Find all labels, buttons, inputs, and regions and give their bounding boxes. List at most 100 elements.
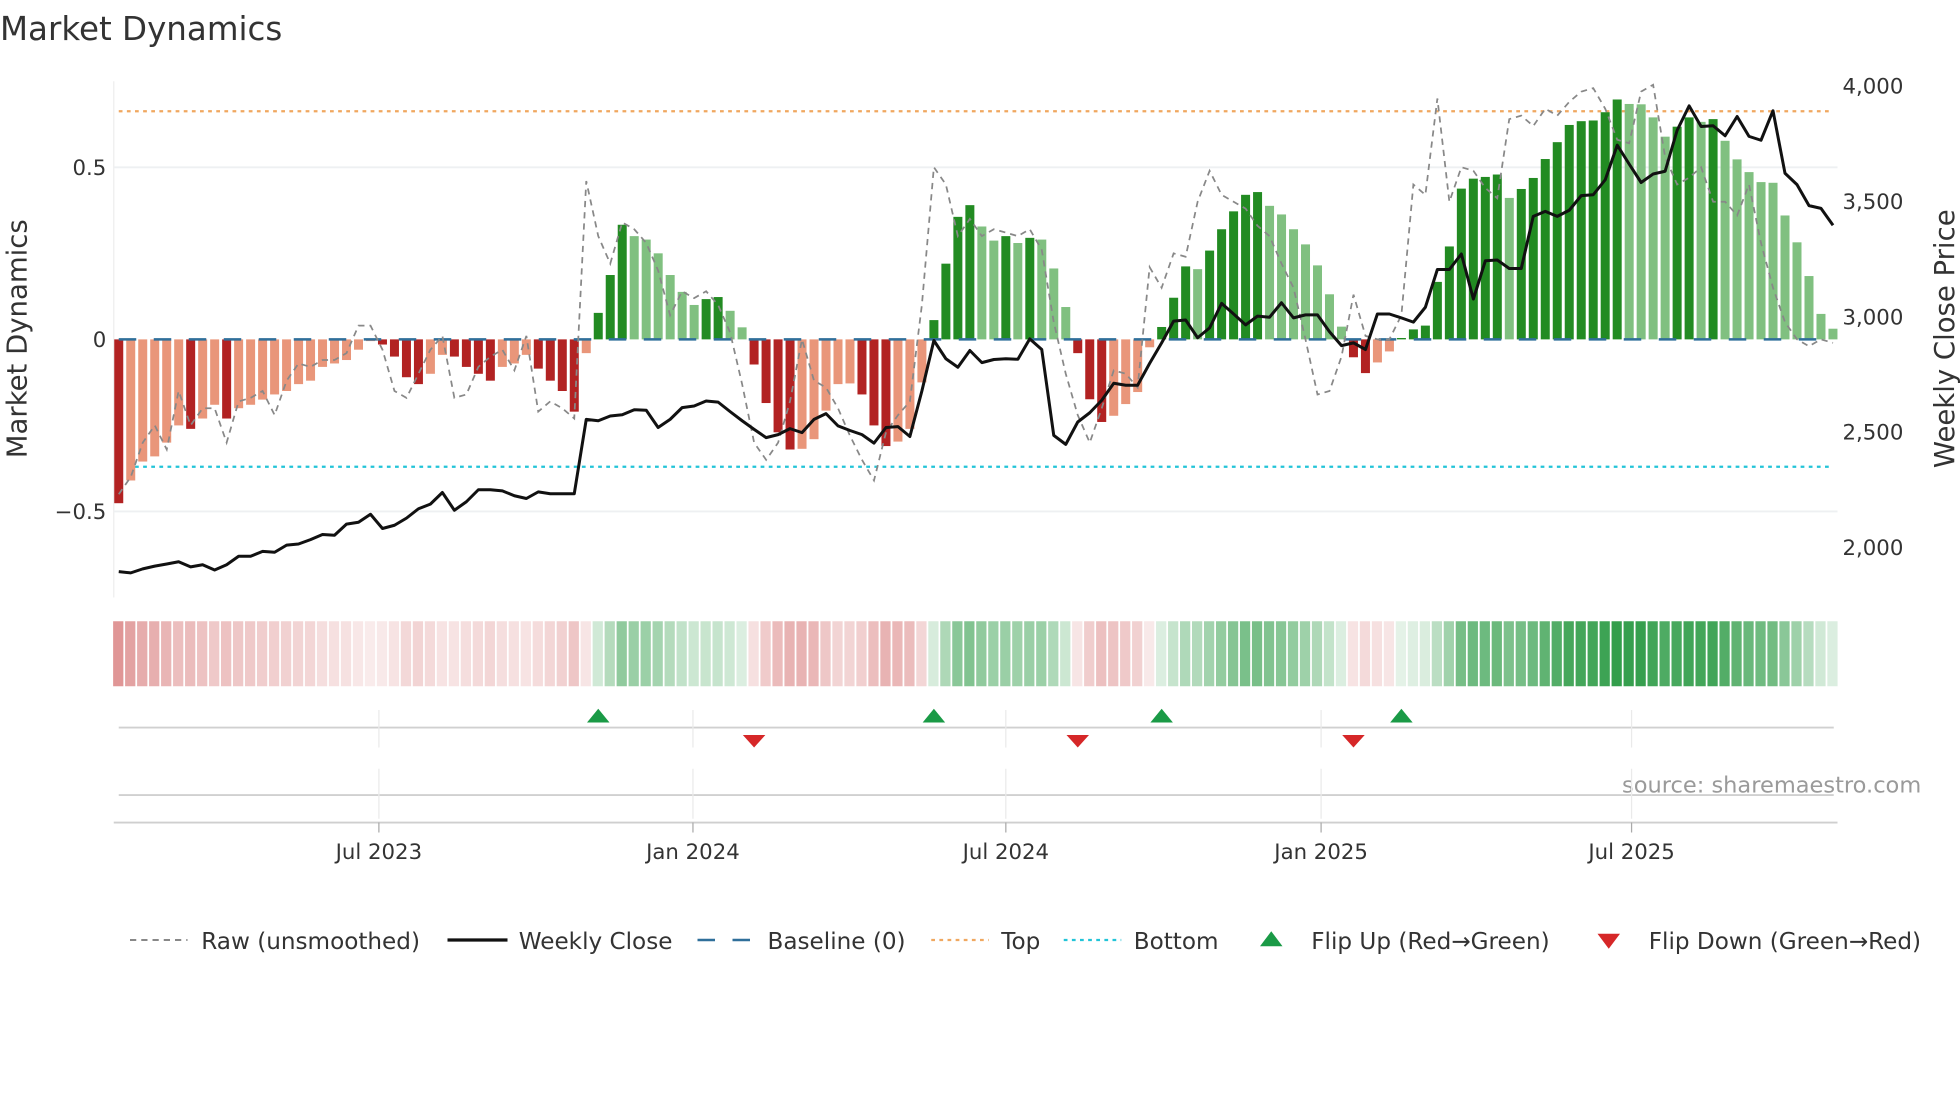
ribbon-cell <box>1000 621 1011 687</box>
dynamics-bar <box>1169 297 1179 340</box>
ribbon-cell <box>508 621 519 687</box>
dynamics-bar <box>306 339 316 381</box>
dynamics-bar <box>1121 339 1131 405</box>
dynamics-bar <box>1552 142 1562 340</box>
flip-up-marker <box>1150 708 1173 723</box>
ribbon-cell <box>700 621 711 687</box>
dynamics-bar <box>1600 112 1610 340</box>
ribbon-cell <box>892 621 903 687</box>
ribbon-cell <box>1587 621 1598 687</box>
dynamics-bar <box>1468 178 1478 340</box>
dynamics-bar <box>845 339 855 384</box>
ribbon-cell <box>1419 621 1430 687</box>
dynamics-bar <box>605 275 615 340</box>
right-tick-label: 2,500 <box>1843 421 1904 446</box>
dynamics-bar <box>1313 265 1322 340</box>
right-tick-label: 2,000 <box>1843 536 1904 561</box>
dynamics-bar <box>1372 339 1382 363</box>
dynamics-bar <box>1696 121 1706 340</box>
dynamics-bar <box>1109 339 1119 416</box>
ribbon-cell <box>556 621 567 687</box>
x-tick-label: Jul 2024 <box>961 840 1049 865</box>
ribbon-cell <box>904 621 915 687</box>
ribbon-cell <box>832 621 843 687</box>
dynamics-bar <box>1708 119 1718 340</box>
dynamics-bar <box>689 304 699 340</box>
ribbon-cell <box>628 621 639 687</box>
ribbon-cell <box>209 621 220 687</box>
dynamics-bar <box>629 236 639 340</box>
dynamics-bar <box>1588 120 1598 340</box>
ribbon-cell <box>928 621 939 687</box>
dynamics-bar <box>162 339 172 443</box>
ribbon-cell <box>1012 621 1023 687</box>
dynamics-bar <box>557 339 567 391</box>
dynamics-bar <box>497 339 507 367</box>
ribbon-cell <box>1503 621 1514 687</box>
ribbon-cell <box>1803 621 1814 687</box>
ribbon-cell <box>820 621 831 687</box>
dynamics-bar <box>270 339 280 395</box>
legend-label: Flip Down (Green→Red) <box>1649 929 1921 955</box>
ribbon-cell <box>532 621 543 687</box>
dynamics-bar <box>126 339 136 481</box>
legend-item-flip_down: Flip Down (Green→Red) <box>1597 929 1921 955</box>
ribbon-cell <box>1407 621 1419 687</box>
ribbon-cell <box>1227 621 1239 687</box>
ribbon-cell <box>1779 621 1790 687</box>
ribbon-cell <box>1299 621 1311 687</box>
x-tick-label: Jul 2025 <box>1586 840 1674 865</box>
dynamics-bar <box>1612 99 1622 340</box>
ribbon-cell <box>412 621 424 687</box>
x-tick-label: Jul 2023 <box>334 840 422 865</box>
ribbon-cell <box>280 621 292 687</box>
ribbon-cell <box>1132 621 1143 687</box>
dynamics-bar <box>1648 117 1658 340</box>
ribbon-cell <box>640 621 651 687</box>
ribbon-cell <box>544 621 555 687</box>
dynamics-bar <box>593 312 603 340</box>
ribbon-cell <box>1827 621 1838 687</box>
dynamics-bar <box>1756 182 1766 340</box>
dynamics-bar <box>833 339 843 385</box>
ribbon-cell <box>113 621 124 687</box>
dynamics-bar <box>929 320 939 340</box>
dynamics-bar <box>1073 339 1083 354</box>
dynamics-bar <box>545 339 555 381</box>
dynamics-bar <box>1025 237 1035 340</box>
ribbon-cell <box>1515 621 1526 687</box>
ribbon-cell <box>1144 621 1155 687</box>
dynamics-bar <box>1720 140 1730 340</box>
legend-flip-up-icon <box>1260 931 1283 947</box>
ribbon-cell <box>1096 621 1107 687</box>
ribbon-cell <box>580 621 591 687</box>
left-tick-label: −0.5 <box>55 500 107 525</box>
ribbon-cell <box>1707 621 1718 687</box>
dynamics-bar <box>941 263 951 340</box>
dynamics-bar <box>1097 339 1107 422</box>
ribbon-cell <box>316 621 328 687</box>
dynamics-bar <box>1229 211 1239 340</box>
flip-down-marker <box>1342 735 1365 748</box>
ribbon-cell <box>1048 621 1059 687</box>
ribbon-cell <box>340 621 352 687</box>
ribbon-cell <box>496 621 507 687</box>
right-tick-label: 3,500 <box>1843 190 1904 215</box>
dynamics-bar <box>1564 124 1574 340</box>
ribbon-cell <box>1443 621 1454 687</box>
ribbon-cell <box>1551 621 1562 687</box>
ribbon-cell <box>1563 621 1574 687</box>
ribbon-cell <box>652 621 663 687</box>
dynamics-bar <box>1792 242 1802 340</box>
left-tick-label: 0 <box>93 328 107 353</box>
ribbon-cell <box>1647 621 1658 687</box>
dynamics-bar <box>1684 117 1694 340</box>
ribbon-cell <box>748 621 759 687</box>
ribbon-cell <box>1635 621 1646 687</box>
legend-label: Weekly Close <box>519 929 673 955</box>
flip-up-marker <box>587 708 610 723</box>
ribbon-cell <box>161 621 172 687</box>
flip-up-marker <box>922 708 946 723</box>
ribbon-cell <box>1767 621 1778 687</box>
ribbon-cell <box>856 621 867 687</box>
